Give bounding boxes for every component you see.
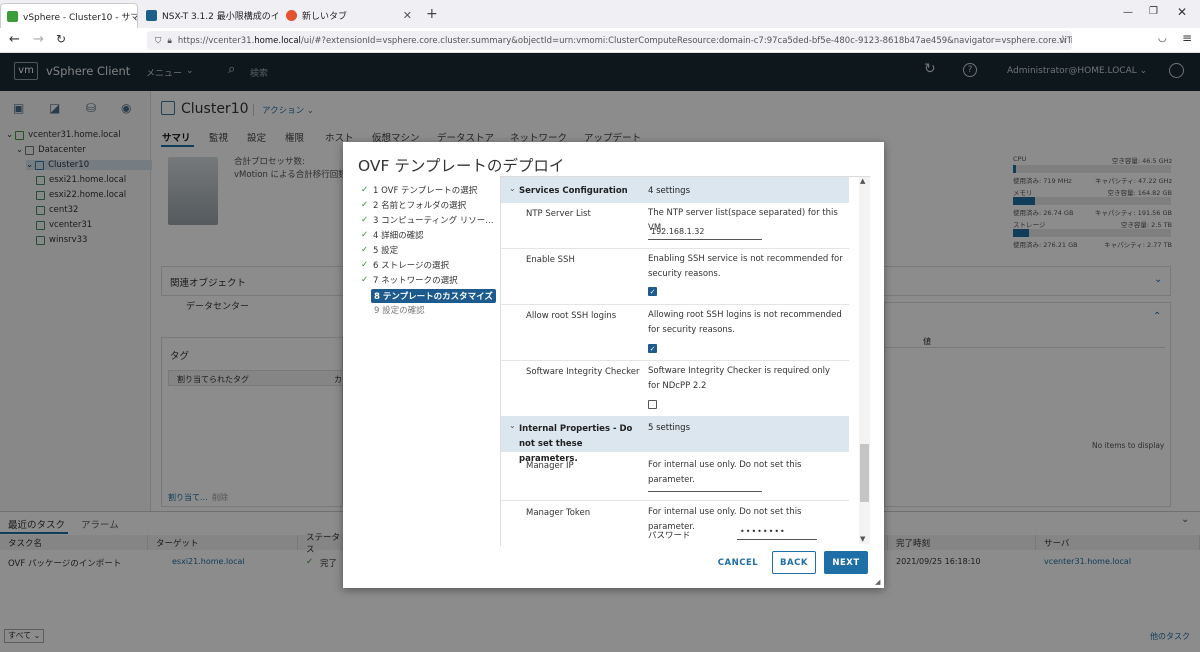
password-label: パスワード (648, 531, 691, 541)
check-icon: ✓ (361, 245, 369, 255)
next-button[interactable]: NEXT (824, 551, 868, 574)
reload-icon[interactable]: ↻ (56, 32, 66, 46)
browser-tab-title: NSX-T 3.1.2 最小限構成のインスト (162, 12, 278, 22)
wizard-step-5[interactable]: ✓ 5 設定 (361, 244, 398, 256)
browser-tab-nsx[interactable]: NSX-T 3.1.2 最小限構成のインスト ✕ (140, 3, 278, 28)
wizard-step-label: 1 OVF テンプレートの選択 (373, 186, 478, 196)
setting-description: Allowing root SSH logins is not recommen… (648, 310, 842, 335)
url-prefix: https://vcenter31. (177, 35, 255, 46)
wizard-step-label: 4 詳細の確認 (373, 231, 424, 241)
pocket-icon[interactable]: ◡ (1158, 33, 1167, 44)
wizard-step-1[interactable]: ✓ 1 OVF テンプレートの選択 (361, 184, 477, 196)
setting-description: Enabling SSH service is not recommended … (648, 254, 843, 279)
setting-label: Software Integrity Checker (526, 367, 640, 377)
ntp-server-input[interactable]: 192.168.1.32 (648, 227, 762, 240)
scroll-up-icon[interactable]: ▲ (860, 177, 865, 185)
bookmark-star-icon[interactable]: ☆ (1058, 33, 1068, 46)
url-domain: home.local (254, 35, 301, 46)
setting-label: Manager IP (526, 461, 574, 471)
setting-label: Enable SSH (526, 255, 575, 265)
vsphere-icon (7, 10, 18, 22)
settings-scroll-area[interactable]: ⌄ Services Configuration 4 settings NTP … (501, 176, 870, 544)
resize-handle-icon[interactable]: ◢ (875, 578, 880, 586)
restore-icon[interactable]: ❐ (1149, 6, 1158, 17)
nsx-icon (146, 10, 157, 21)
check-icon: ✓ (361, 275, 369, 285)
wizard-step-label: 5 設定 (373, 246, 399, 256)
back-arrow-icon[interactable]: ← (9, 32, 20, 47)
check-icon: ✓ (361, 260, 369, 270)
cancel-button[interactable]: CANCEL (710, 551, 766, 574)
wizard-step-4[interactable]: ✓ 4 詳細の確認 (361, 229, 424, 241)
browser-tab-vsphere[interactable]: vSphere - Cluster10 - サマリ ✕ (0, 3, 138, 28)
wizard-step-3[interactable]: ✓ 3 コンピューティング リソー... (361, 214, 493, 226)
check-icon: ✓ (361, 200, 369, 210)
manager-ip-input[interactable] (648, 479, 762, 492)
group-count: 5 settings (648, 423, 691, 433)
window-close-icon[interactable]: ✕ (1177, 5, 1187, 19)
software-integrity-checkbox[interactable] (648, 400, 657, 409)
wizard-step-2[interactable]: ✓ 2 名前とフォルダの選択 (361, 199, 466, 211)
setting-label: Manager Token (526, 508, 591, 518)
back-button[interactable]: BACK (772, 551, 816, 574)
wizard-step-label: 3 コンピューティング リソー... (373, 216, 494, 226)
group-services-configuration[interactable]: ⌄ Services Configuration 4 settings (501, 177, 849, 203)
wizard-step-label: 9 設定の確認 (374, 306, 425, 316)
wizard-step-7[interactable]: ✓ 7 ネットワークの選択 (361, 274, 458, 286)
scrollbar-thumb[interactable] (860, 444, 869, 502)
scroll-down-icon[interactable]: ▼ (860, 535, 865, 543)
setting-description: Software Integrity Checker is required o… (648, 366, 831, 391)
check-icon: ✓ (361, 185, 369, 195)
manager-token-password-input[interactable]: •••••••• (737, 527, 817, 540)
group-internal-properties[interactable]: ⌄ Internal Properties - Do not set these… (501, 416, 849, 464)
deploy-ovf-dialog: OVF テンプレートのデプロイ ✓ 1 OVF テンプレートの選択 ✓ 2 名前とフォ… (343, 142, 884, 588)
firefox-icon (286, 10, 297, 21)
setting-label: NTP Server List (526, 209, 591, 219)
check-icon: ✓ (361, 230, 369, 240)
enable-ssh-checkbox[interactable]: ✓ (648, 287, 657, 296)
wizard-step-8[interactable]: 8 テンプレートのカスタマイズ (371, 289, 496, 303)
check-icon: ✓ (361, 215, 369, 225)
wizard-step-label: 8 テンプレートのカスタマイズ (374, 292, 493, 302)
browser-tab-strip: vSphere - Cluster10 - サマリ ✕ NSX-T 3.1.2 … (0, 0, 1200, 28)
allow-root-ssh-checkbox[interactable]: ✓ (648, 344, 657, 353)
wizard-step-label: 6 ストレージの選択 (373, 261, 449, 271)
wizard-step-9[interactable]: 9 設定の確認 (374, 304, 425, 316)
url-path: /ui/#?extensionId=vsphere.core.cluster.s… (300, 35, 1072, 46)
dialog-title: OVF テンプレートのデプロイ (358, 157, 565, 175)
browser-tab-new[interactable]: 新しいタブ ✕ (280, 3, 418, 28)
new-tab-icon[interactable]: + (426, 6, 438, 22)
browser-tab-title: vSphere - Cluster10 - サマリ (23, 12, 138, 23)
close-icon[interactable]: ✕ (399, 9, 412, 22)
wizard-step-6[interactable]: ✓ 6 ストレージの選択 (361, 259, 449, 271)
lock-icon: 🔒︎ (167, 35, 172, 46)
forward-arrow-icon[interactable]: → (33, 32, 44, 47)
chevron-down-icon[interactable]: ⌄ (509, 184, 516, 193)
group-count: 4 settings (648, 186, 691, 196)
browser-tab-title: 新しいタブ (302, 12, 348, 22)
group-name: Services Configuration (519, 186, 628, 196)
wizard-step-label: 7 ネットワークの選択 (373, 276, 458, 286)
shield-icon: ⛉ (155, 35, 162, 46)
minimize-icon[interactable]: — (1123, 7, 1133, 18)
url-bar[interactable]: ⛉ 🔒︎ https://vcenter31. home.local/ui/#?e… (147, 31, 1072, 50)
setting-label: Allow root SSH logins (526, 311, 617, 321)
hamburger-menu-icon[interactable]: ≡ (1182, 31, 1192, 45)
wizard-step-label: 2 名前とフォルダの選択 (373, 201, 467, 211)
